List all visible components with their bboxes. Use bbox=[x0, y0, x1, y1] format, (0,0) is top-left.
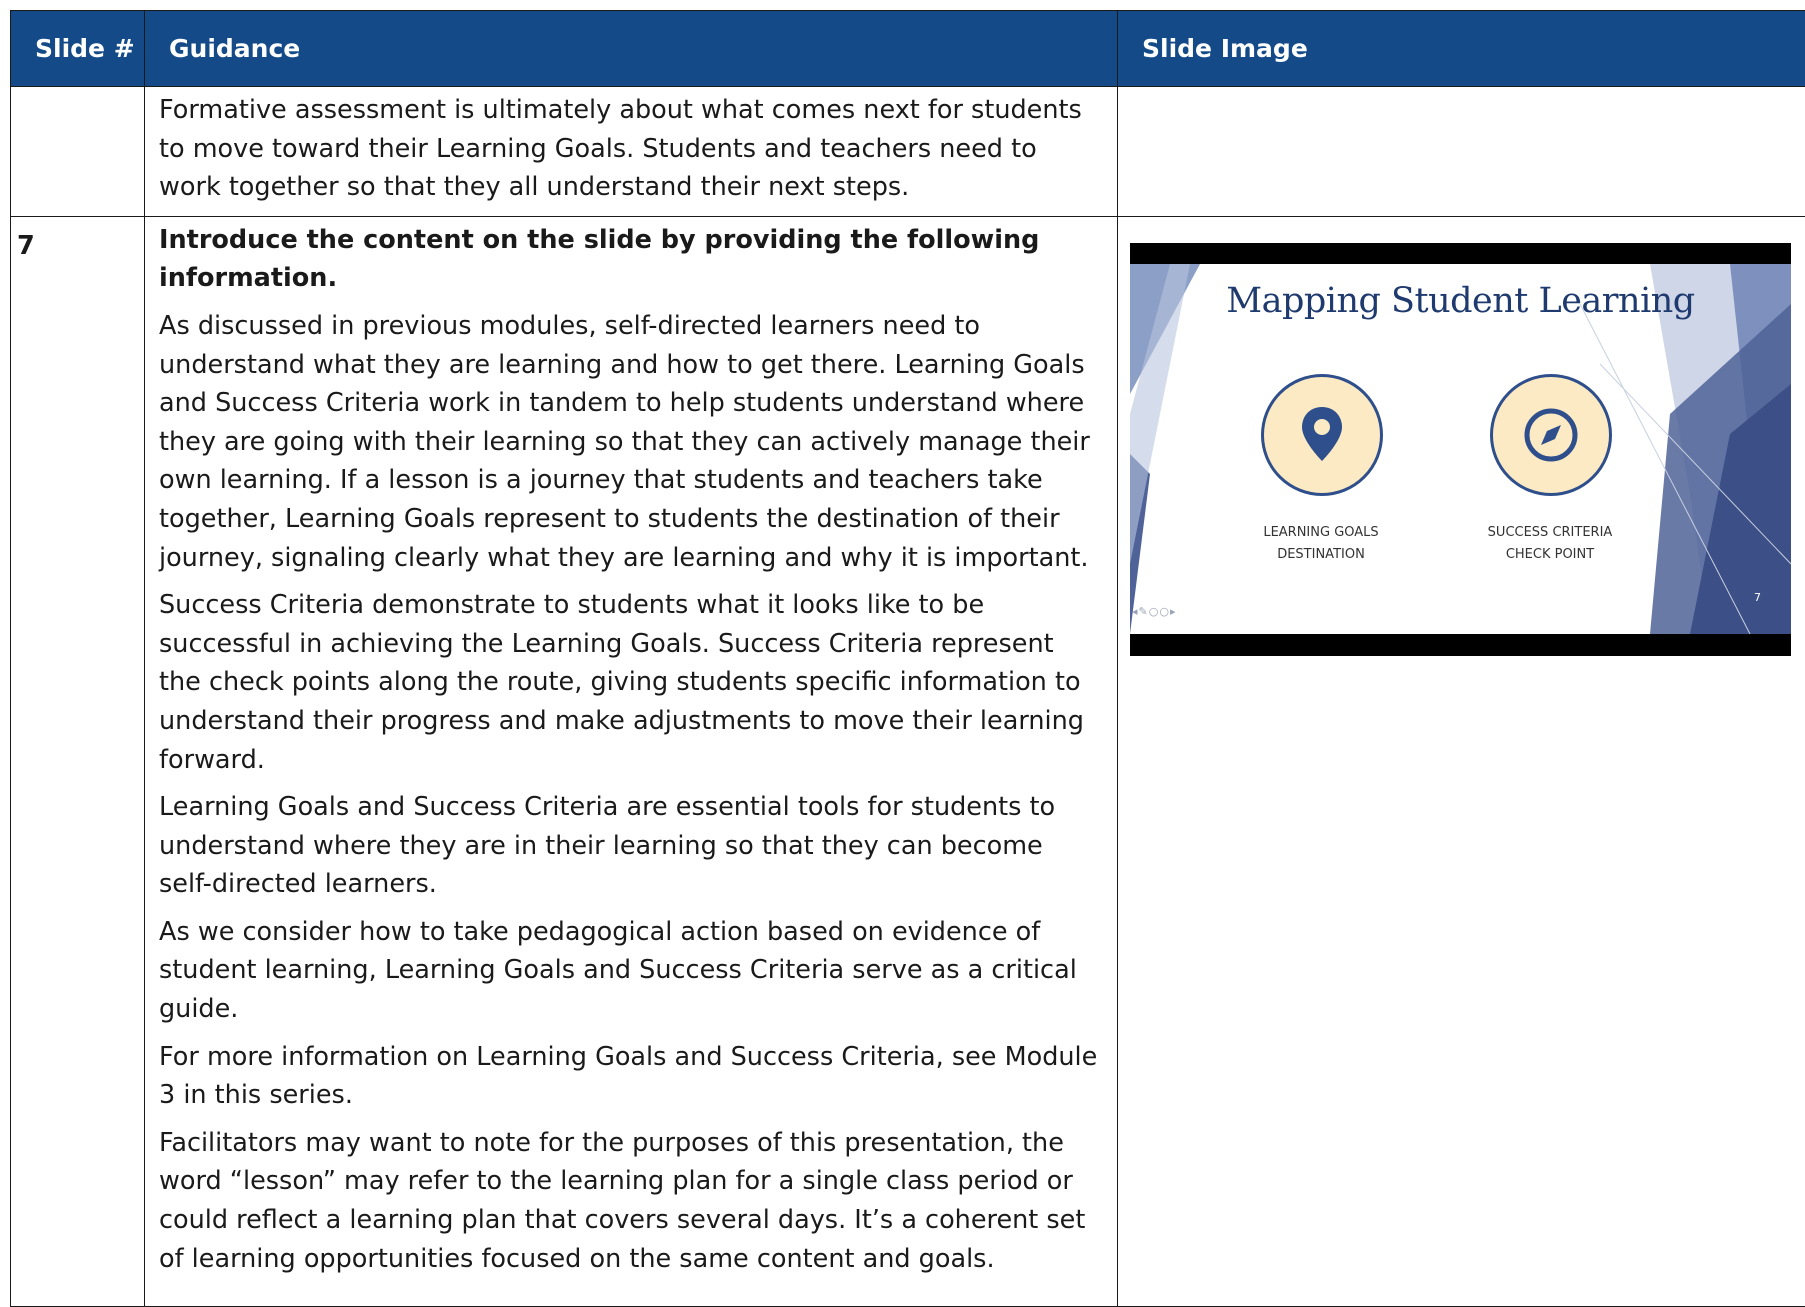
header-guidance: Guidance bbox=[145, 11, 1118, 87]
success-criteria-circle bbox=[1490, 374, 1612, 496]
slide-number-cell: 7 bbox=[11, 216, 145, 1306]
slide-thumbnail: Mapping Student Learning LEARNING GOALS … bbox=[1130, 243, 1791, 656]
table-row: 7 Introduce the content on the slide by … bbox=[11, 216, 1805, 1306]
guidance-lead: Introduce the content on the slide by pr… bbox=[159, 221, 1103, 298]
guidance-cell: Formative assessment is ultimately about… bbox=[145, 87, 1118, 217]
slide-number-cell bbox=[11, 87, 145, 217]
slide-page-number: 7 bbox=[1754, 579, 1761, 618]
guidance-paragraph: For more information on Learning Goals a… bbox=[159, 1038, 1103, 1115]
table-row: Formative assessment is ultimately about… bbox=[11, 87, 1805, 217]
guidance-cell: Introduce the content on the slide by pr… bbox=[145, 216, 1118, 1306]
guidance-paragraph: As discussed in previous modules, self-d… bbox=[159, 307, 1103, 577]
slide-image-cell bbox=[1118, 87, 1805, 217]
success-criteria-caption: SUCCESS CRITERIA CHECK POINT bbox=[1440, 522, 1660, 566]
guidance-table: Slide # Guidance Slide Image Formative a… bbox=[10, 10, 1805, 1307]
pen-icon: ✎ bbox=[1139, 605, 1149, 618]
slide-canvas: Mapping Student Learning LEARNING GOALS … bbox=[1130, 264, 1791, 634]
forward-arrow-icon: ▸ bbox=[1170, 605, 1177, 618]
guidance-paragraph: As we consider how to take pedagogical a… bbox=[159, 913, 1103, 1029]
header-slide-number: Slide # bbox=[11, 11, 145, 87]
success-criteria-label: SUCCESS CRITERIA bbox=[1440, 522, 1660, 544]
compass-icon bbox=[1493, 377, 1609, 493]
guidance-paragraph: Learning Goals and Success Criteria are … bbox=[159, 788, 1103, 904]
slide-title: Mapping Student Learning bbox=[1130, 282, 1791, 321]
table-header-row: Slide # Guidance Slide Image bbox=[11, 11, 1805, 87]
learning-goals-label: LEARNING GOALS bbox=[1211, 522, 1431, 544]
learning-goals-caption: LEARNING GOALS DESTINATION bbox=[1211, 522, 1431, 566]
guidance-paragraph: Success Criteria demonstrate to students… bbox=[159, 586, 1103, 779]
header-slide-image: Slide Image bbox=[1118, 11, 1805, 87]
zoom-icon: ○ bbox=[1149, 605, 1160, 618]
learning-goals-circle bbox=[1261, 374, 1383, 496]
slide-nav-controls: ◂✎○○▸ bbox=[1132, 593, 1177, 632]
map-pin-icon bbox=[1264, 377, 1380, 493]
slide-image-cell: Mapping Student Learning LEARNING GOALS … bbox=[1118, 216, 1805, 1306]
destination-label: DESTINATION bbox=[1211, 544, 1431, 566]
guidance-paragraph: Formative assessment is ultimately about… bbox=[159, 91, 1103, 207]
menu-icon: ○ bbox=[1159, 605, 1170, 618]
check-point-label: CHECK POINT bbox=[1440, 544, 1660, 566]
guidance-paragraph: Facilitators may want to note for the pu… bbox=[159, 1124, 1103, 1278]
page: Slide # Guidance Slide Image Formative a… bbox=[0, 0, 1805, 1304]
